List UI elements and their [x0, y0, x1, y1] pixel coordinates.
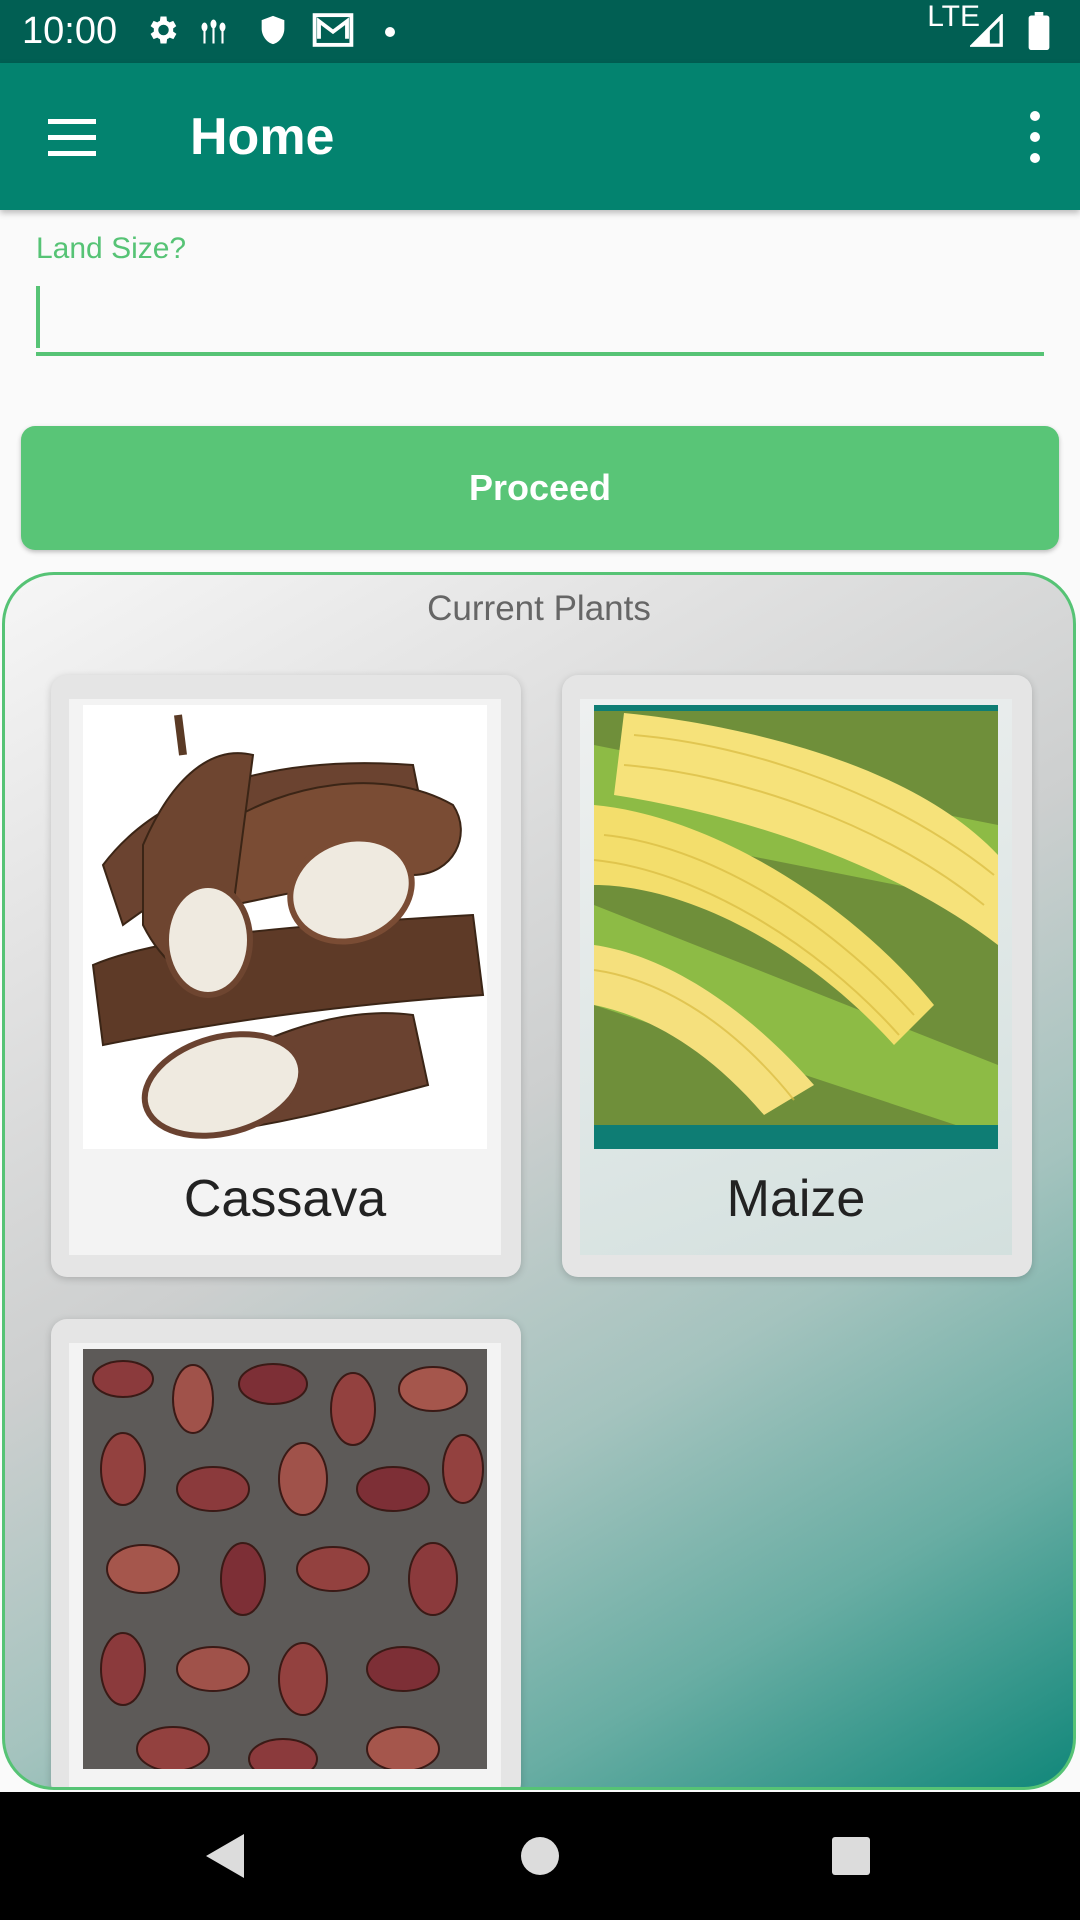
page-title: Home — [190, 108, 335, 166]
back-icon[interactable] — [204, 1832, 246, 1880]
navigation-bar — [0, 1792, 1080, 1920]
menu-icon[interactable] — [44, 115, 100, 159]
card-body: Maize — [580, 699, 1012, 1255]
battery-icon — [1028, 12, 1050, 50]
settings-icon — [150, 16, 177, 44]
shield-icon — [261, 15, 285, 45]
card-body: Cassava — [69, 699, 501, 1255]
status-bar: 10:00 LTE — [0, 0, 1080, 63]
plant-card-beans[interactable] — [51, 1319, 521, 1787]
overflow-menu-icon[interactable] — [1010, 107, 1060, 167]
beans-image — [83, 1349, 487, 1769]
dot-icon — [385, 27, 395, 37]
home-icon[interactable] — [518, 1832, 562, 1880]
recents-icon[interactable] — [830, 1832, 872, 1880]
status-right — [970, 12, 1060, 52]
land-size-label: Land Size? — [36, 232, 187, 265]
text-caret — [36, 286, 40, 348]
card-body — [69, 1343, 501, 1787]
current-plants-panel: Current Plants Cassava Maize — [2, 572, 1076, 1790]
signal-icon — [970, 14, 1003, 47]
proceed-button[interactable]: Proceed — [21, 426, 1059, 550]
cassava-image — [83, 705, 487, 1149]
land-size-input[interactable] — [36, 282, 1044, 356]
plant-card-cassava[interactable]: Cassava — [51, 675, 521, 1277]
status-time: 10:00 — [22, 10, 118, 52]
plant-name: Cassava — [183, 1170, 387, 1228]
app-bar: Home — [0, 63, 1080, 210]
wheat-icon — [201, 19, 226, 44]
plant-name: Maize — [726, 1170, 866, 1228]
gmail-icon — [312, 13, 354, 47]
plant-card-maize[interactable]: Maize — [562, 675, 1032, 1277]
panel-title: Current Plants — [427, 589, 651, 628]
maize-image — [594, 705, 998, 1149]
